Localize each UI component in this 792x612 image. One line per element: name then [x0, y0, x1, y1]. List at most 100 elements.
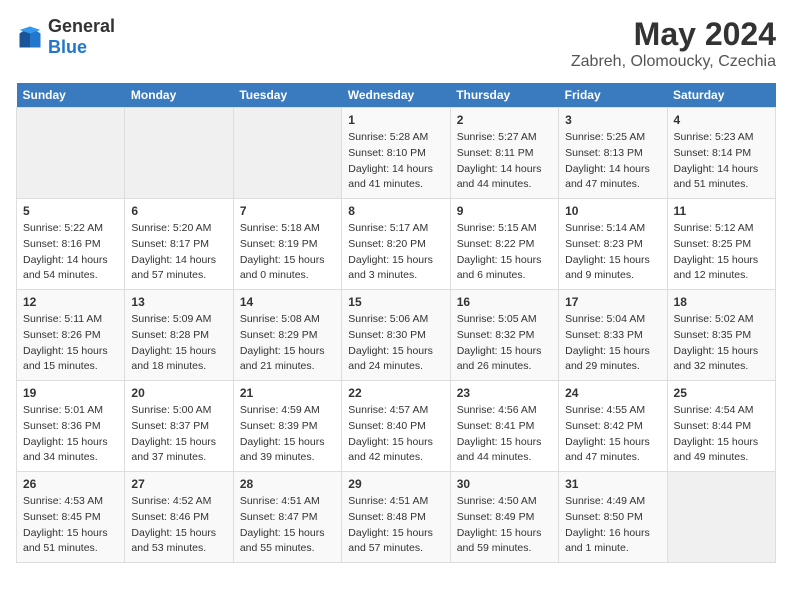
day-info: Sunrise: 5:11 AMSunset: 8:26 PMDaylight:…	[23, 312, 118, 375]
day-info: Sunrise: 5:05 AMSunset: 8:32 PMDaylight:…	[457, 312, 552, 375]
day-of-week-header: Saturday	[667, 83, 775, 108]
day-number: 3	[565, 113, 660, 127]
day-info: Sunrise: 5:14 AMSunset: 8:23 PMDaylight:…	[565, 221, 660, 284]
calendar-day-cell: 26 Sunrise: 4:53 AMSunset: 8:45 PMDayligh…	[17, 472, 125, 563]
logo-icon	[16, 23, 44, 51]
calendar-day-cell	[125, 108, 233, 199]
calendar-day-cell	[17, 108, 125, 199]
day-info: Sunrise: 5:02 AMSunset: 8:35 PMDaylight:…	[674, 312, 769, 375]
day-number: 28	[240, 477, 335, 491]
day-info: Sunrise: 4:49 AMSunset: 8:50 PMDaylight:…	[565, 494, 660, 557]
day-info: Sunrise: 4:59 AMSunset: 8:39 PMDaylight:…	[240, 403, 335, 466]
day-info: Sunrise: 5:23 AMSunset: 8:14 PMDaylight:…	[674, 130, 769, 193]
calendar-day-cell: 5 Sunrise: 5:22 AMSunset: 8:16 PMDaylight…	[17, 199, 125, 290]
calendar-day-cell	[233, 108, 341, 199]
logo-general: General	[48, 16, 115, 36]
title-block: May 2024 Zabreh, Olomoucky, Czechia	[571, 16, 776, 71]
day-info: Sunrise: 5:27 AMSunset: 8:11 PMDaylight:…	[457, 130, 552, 193]
calendar-day-cell: 9Sunrise: 5:15 AMSunset: 8:22 PMDaylight…	[450, 199, 558, 290]
day-number: 13	[131, 295, 226, 309]
day-of-week-header: Friday	[559, 83, 667, 108]
day-number: 27	[131, 477, 226, 491]
day-number: 9	[457, 204, 552, 218]
day-info: Sunrise: 5:20 AMSunset: 8:17 PMDaylight:…	[131, 221, 226, 284]
day-info: Sunrise: 4:53 AMSunset: 8:45 PMDaylight:…	[23, 494, 118, 557]
day-number: 19	[23, 386, 118, 400]
day-number: 18	[674, 295, 769, 309]
day-of-week-header: Tuesday	[233, 83, 341, 108]
day-info: Sunrise: 4:55 AMSunset: 8:42 PMDaylight:…	[565, 403, 660, 466]
calendar-day-cell: 11 Sunrise: 5:12 AMSunset: 8:25 PMDayligh…	[667, 199, 775, 290]
calendar-table: SundayMondayTuesdayWednesdayThursdayFrid…	[16, 83, 776, 563]
day-info: Sunrise: 5:01 AMSunset: 8:36 PMDaylight:…	[23, 403, 118, 466]
day-number: 11	[674, 204, 769, 218]
day-of-week-row: SundayMondayTuesdayWednesdayThursdayFrid…	[17, 83, 776, 108]
day-number: 6	[131, 204, 226, 218]
day-number: 8	[348, 204, 443, 218]
day-info: Sunrise: 5:28 AMSunset: 8:10 PMDaylight:…	[348, 130, 443, 193]
day-info: Sunrise: 5:12 AMSunset: 8:25 PMDaylight:…	[674, 221, 769, 284]
day-info: Sunrise: 4:57 AMSunset: 8:40 PMDaylight:…	[348, 403, 443, 466]
day-number: 21	[240, 386, 335, 400]
calendar-day-cell: 30 Sunrise: 4:50 AMSunset: 8:49 PMDayligh…	[450, 472, 558, 563]
day-number: 30	[457, 477, 552, 491]
calendar-day-cell: 1Sunrise: 5:28 AMSunset: 8:10 PMDaylight…	[342, 108, 450, 199]
calendar-day-cell: 6 Sunrise: 5:20 AMSunset: 8:17 PMDaylight…	[125, 199, 233, 290]
calendar-day-cell: 28 Sunrise: 4:51 AMSunset: 8:47 PMDayligh…	[233, 472, 341, 563]
day-info: Sunrise: 5:00 AMSunset: 8:37 PMDaylight:…	[131, 403, 226, 466]
day-of-week-header: Monday	[125, 83, 233, 108]
calendar-day-cell: 17 Sunrise: 5:04 AMSunset: 8:33 PMDayligh…	[559, 290, 667, 381]
day-info: Sunrise: 4:54 AMSunset: 8:44 PMDaylight:…	[674, 403, 769, 466]
page-title: May 2024	[571, 16, 776, 53]
calendar-day-cell: 27Sunrise: 4:52 AMSunset: 8:46 PMDayligh…	[125, 472, 233, 563]
day-number: 31	[565, 477, 660, 491]
day-number: 25	[674, 386, 769, 400]
day-number: 15	[348, 295, 443, 309]
calendar-day-cell: 25 Sunrise: 4:54 AMSunset: 8:44 PMDayligh…	[667, 381, 775, 472]
day-of-week-header: Thursday	[450, 83, 558, 108]
day-info: Sunrise: 5:04 AMSunset: 8:33 PMDaylight:…	[565, 312, 660, 375]
day-number: 23	[457, 386, 552, 400]
day-info: Sunrise: 5:09 AMSunset: 8:28 PMDaylight:…	[131, 312, 226, 375]
day-number: 12	[23, 295, 118, 309]
day-number: 24	[565, 386, 660, 400]
calendar-day-cell: 14Sunrise: 5:08 AMSunset: 8:29 PMDayligh…	[233, 290, 341, 381]
day-number: 22	[348, 386, 443, 400]
calendar-day-cell: 21 Sunrise: 4:59 AMSunset: 8:39 PMDayligh…	[233, 381, 341, 472]
logo-blue: Blue	[48, 37, 87, 57]
calendar-day-cell: 16 Sunrise: 5:05 AMSunset: 8:32 PMDayligh…	[450, 290, 558, 381]
calendar-day-cell: 15Sunrise: 5:06 AMSunset: 8:30 PMDayligh…	[342, 290, 450, 381]
day-info: Sunrise: 5:22 AMSunset: 8:16 PMDaylight:…	[23, 221, 118, 284]
calendar-body: 1Sunrise: 5:28 AMSunset: 8:10 PMDaylight…	[17, 108, 776, 563]
calendar-week-row: 1Sunrise: 5:28 AMSunset: 8:10 PMDaylight…	[17, 108, 776, 199]
calendar-day-cell: 29Sunrise: 4:51 AMSunset: 8:48 PMDayligh…	[342, 472, 450, 563]
calendar-day-cell: 13 Sunrise: 5:09 AMSunset: 8:28 PMDayligh…	[125, 290, 233, 381]
day-info: Sunrise: 4:56 AMSunset: 8:41 PMDaylight:…	[457, 403, 552, 466]
calendar-week-row: 19 Sunrise: 5:01 AMSunset: 8:36 PMDayligh…	[17, 381, 776, 472]
day-info: Sunrise: 4:50 AMSunset: 8:49 PMDaylight:…	[457, 494, 552, 557]
calendar-header: SundayMondayTuesdayWednesdayThursdayFrid…	[17, 83, 776, 108]
day-number: 29	[348, 477, 443, 491]
day-info: Sunrise: 5:18 AMSunset: 8:19 PMDaylight:…	[240, 221, 335, 284]
day-number: 17	[565, 295, 660, 309]
calendar-week-row: 26 Sunrise: 4:53 AMSunset: 8:45 PMDayligh…	[17, 472, 776, 563]
logo: General Blue	[16, 16, 115, 58]
calendar-day-cell: 8Sunrise: 5:17 AMSunset: 8:20 PMDaylight…	[342, 199, 450, 290]
calendar-day-cell: 19 Sunrise: 5:01 AMSunset: 8:36 PMDayligh…	[17, 381, 125, 472]
calendar-day-cell: 22 Sunrise: 4:57 AMSunset: 8:40 PMDayligh…	[342, 381, 450, 472]
calendar-day-cell: 12 Sunrise: 5:11 AMSunset: 8:26 PMDayligh…	[17, 290, 125, 381]
calendar-day-cell: 18 Sunrise: 5:02 AMSunset: 8:35 PMDayligh…	[667, 290, 775, 381]
day-number: 5	[23, 204, 118, 218]
day-number: 7	[240, 204, 335, 218]
calendar-day-cell: 23 Sunrise: 4:56 AMSunset: 8:41 PMDayligh…	[450, 381, 558, 472]
calendar-day-cell: 3Sunrise: 5:25 AMSunset: 8:13 PMDaylight…	[559, 108, 667, 199]
day-info: Sunrise: 4:51 AMSunset: 8:47 PMDaylight:…	[240, 494, 335, 557]
calendar-week-row: 5 Sunrise: 5:22 AMSunset: 8:16 PMDaylight…	[17, 199, 776, 290]
calendar-day-cell	[667, 472, 775, 563]
calendar-day-cell: 20Sunrise: 5:00 AMSunset: 8:37 PMDayligh…	[125, 381, 233, 472]
day-number: 16	[457, 295, 552, 309]
day-number: 10	[565, 204, 660, 218]
day-number: 2	[457, 113, 552, 127]
day-number: 26	[23, 477, 118, 491]
calendar-day-cell: 4Sunrise: 5:23 AMSunset: 8:14 PMDaylight…	[667, 108, 775, 199]
